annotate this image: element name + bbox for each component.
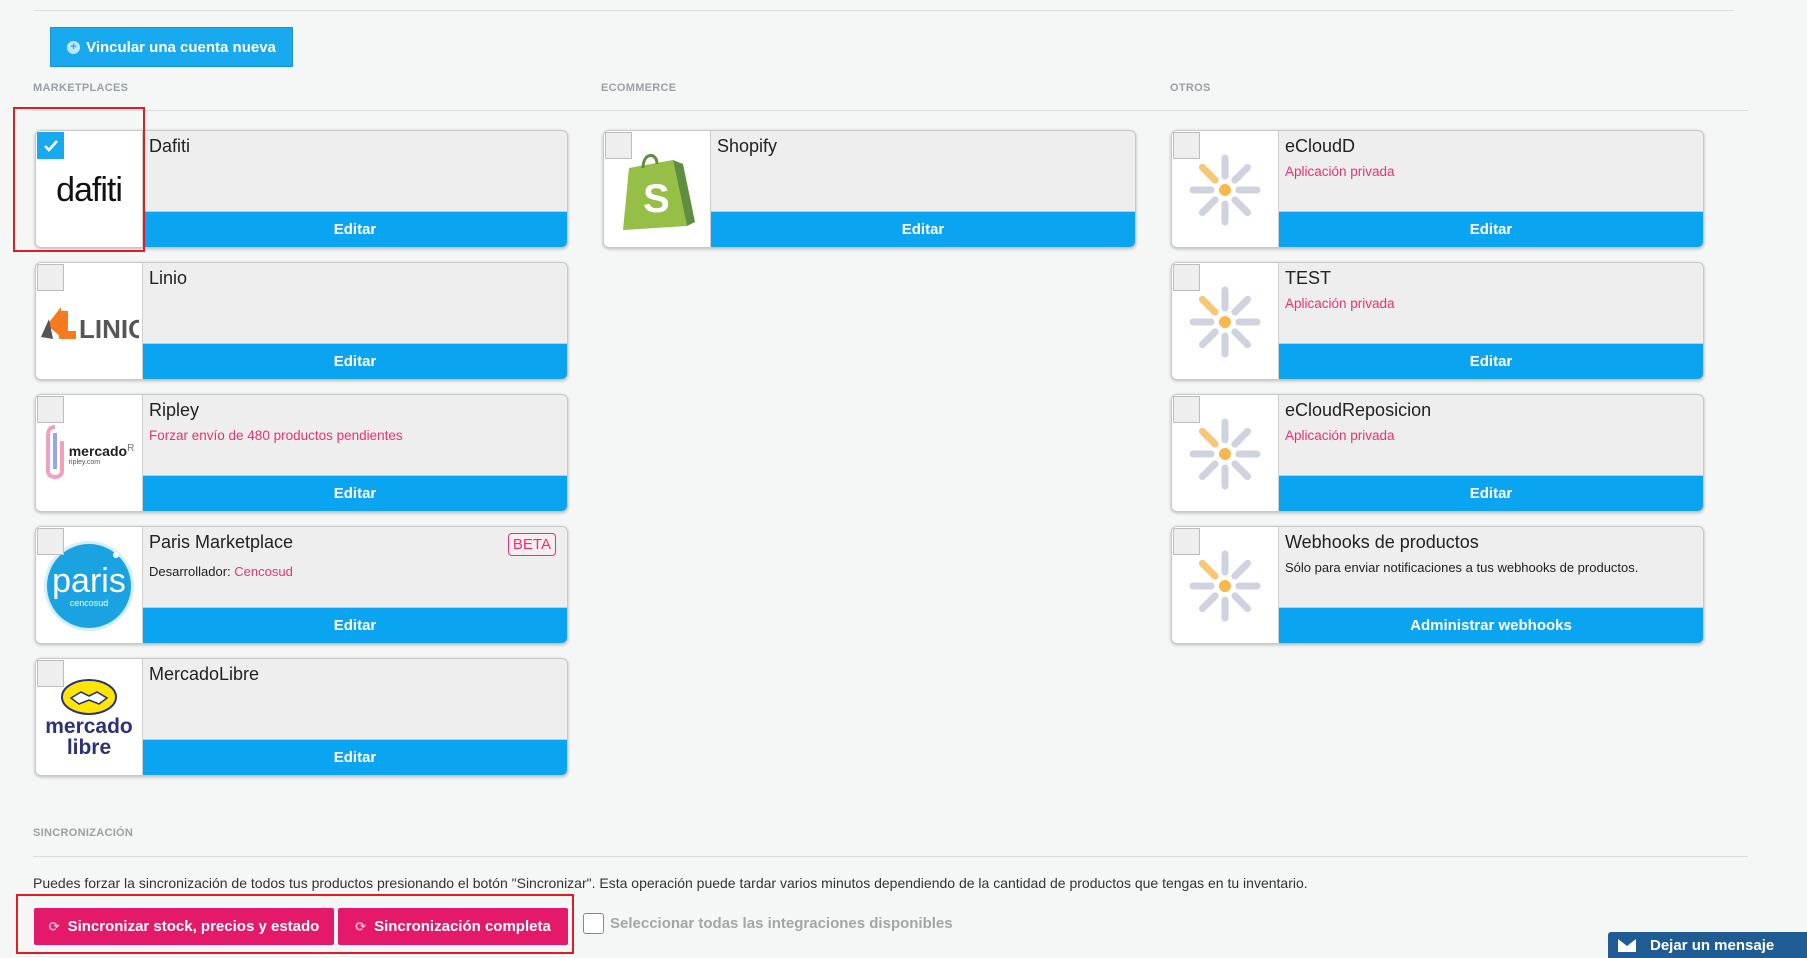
integration-name: eCloudReposicion [1285,400,1432,420]
highlight-box-dafiti [13,107,145,252]
pending-products-link[interactable]: Forzar envío de 480 productos pendientes [149,428,403,443]
select-all-integrations[interactable]: Seleccionar todas las integraciones disp… [583,913,953,934]
integration-checkbox-dafiti[interactable] [37,132,64,159]
edit-button-mercadolibre[interactable]: Editar [143,739,567,775]
edit-button-shopify[interactable]: Editar [711,211,1135,247]
integration-checkbox-ecloudreposicion[interactable] [1173,396,1200,423]
svg-text:S: S [643,177,670,221]
envelope-icon [1618,938,1636,952]
refresh-icon: ⟳ [48,918,60,934]
developer-info: Desarrollador: Cencosud [149,564,293,579]
svg-text:LINIO: LINIO [79,314,139,344]
integration-name: Shopify [717,136,778,156]
refresh-icon: ⟳ [355,918,367,934]
section-title-sync: SINCRONIZACIÓN [33,827,134,839]
integration-name: Ripley [149,400,200,420]
integration-card-paris: paris cencosud Paris Marketplace Desarro… [35,526,568,644]
section-title-marketplaces: MARKETPLACES [33,82,129,94]
sync-full-button[interactable]: ⟳ Sincronización completa [338,908,568,945]
integration-card-eclouddi: eCloudD Aplicación privada Editar [1171,130,1704,248]
edit-button-ecloudreposicion[interactable]: Editar [1279,475,1703,511]
integration-name: Dafiti [149,136,191,156]
handshake-icon [60,679,117,715]
sync-description: Puedes forzar la sincronización de todos… [33,875,1308,891]
integration-card-ripley: mercado R ripley.com Ripley Forzar envío… [35,394,568,512]
edit-button-dafiti[interactable]: Editar [143,211,567,247]
edit-button-test[interactable]: Editar [1279,343,1703,379]
private-app-label: Aplicación privada [1285,296,1395,311]
select-all-checkbox[interactable] [583,913,604,934]
spinner-icon [1189,286,1261,358]
manage-webhooks-button[interactable]: Administrar webhooks [1279,607,1703,643]
beta-badge: BETA [507,533,556,556]
link-new-account-label: Vincular una cuenta nueva [86,38,276,56]
integration-name: Webhooks de productos [1285,532,1479,552]
integration-name: MercadoLibre [149,664,260,684]
integration-checkbox-eclouddi[interactable] [1173,132,1200,159]
integration-checkbox-paris[interactable] [37,528,64,555]
leave-message-button[interactable]: Dejar un mensaje [1608,932,1807,958]
spinner-icon [1189,154,1261,226]
webhooks-description: Sólo para enviar notificaciones a tus we… [1285,560,1639,575]
private-app-label: Aplicación privada [1285,428,1395,443]
edit-button-eclouddi[interactable]: Editar [1279,211,1703,247]
section-title-otros: OTROS [1170,82,1211,94]
edit-button-ripley[interactable]: Editar [143,475,567,511]
sync-stock-button[interactable]: ⟳ Sincronizar stock, precios y estado [34,908,334,945]
integration-card-linio: LINIO Linio Editar [35,262,568,380]
edit-button-linio[interactable]: Editar [143,343,567,379]
integration-name: TEST [1285,268,1332,288]
ripley-clip-icon [45,425,64,479]
shopify-bag-icon: S [623,154,695,230]
integration-name: Linio [149,268,188,288]
integration-checkbox-linio[interactable] [37,264,64,291]
integration-card-shopify: S Shopify Editar [603,130,1136,248]
section-title-ecommerce: ECOMMERCE [601,82,677,94]
integration-card-webhooks: Webhooks de productos Sólo para enviar n… [1171,526,1704,644]
section-divider [33,110,1748,111]
integration-card-mercadolibre: mercado libre MercadoLibre Editar [35,658,568,776]
integration-checkbox-webhooks[interactable] [1173,528,1200,555]
plus-circle-icon: + [67,40,81,54]
top-divider [33,10,1733,11]
paris-dot-icon [113,552,119,558]
select-all-label: Seleccionar todas las integraciones disp… [610,915,953,932]
integration-name: eCloudD [1285,136,1356,156]
integration-checkbox-mercadolibre[interactable] [37,660,64,687]
spinner-icon [1189,550,1261,622]
integration-checkbox-shopify[interactable] [605,132,632,159]
sync-divider [33,856,1748,857]
integration-card-ecloudreposicion: eCloudReposicion Aplicación privada Edit… [1171,394,1704,512]
integration-name: Paris Marketplace [149,532,294,552]
integration-checkbox-test[interactable] [1173,264,1200,291]
spinner-icon [1189,418,1261,490]
check-icon [43,139,58,152]
integration-card-test: TEST Aplicación privada Editar [1171,262,1704,380]
integration-checkbox-ripley[interactable] [37,396,64,423]
link-new-account-button[interactable]: + Vincular una cuenta nueva [50,27,293,67]
edit-button-paris[interactable]: Editar [143,607,567,643]
linio-logo-mark: LINIO [41,307,139,344]
private-app-label: Aplicación privada [1285,164,1395,179]
